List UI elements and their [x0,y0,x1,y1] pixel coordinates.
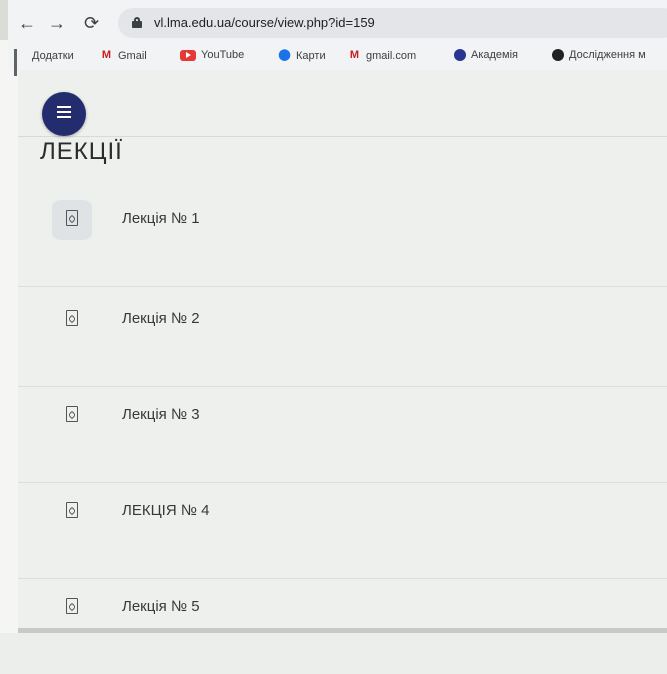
maps-pin-icon: ⬤ [278,49,291,61]
youtube-icon [180,49,196,61]
icon-box [52,588,92,628]
icon-box [52,492,92,532]
lecture-link[interactable]: Лекція № 1 [122,210,200,227]
bookmark-academy[interactable]: Академія [454,49,518,61]
browser-chrome: ← → ⟳ vl.lma.edu.ua/course/view.php?id=1… [8,0,667,76]
gmail-icon: M [101,49,112,61]
lecture-item-1[interactable]: Лекція № 1 [18,190,667,287]
pdf-file-icon [66,310,78,326]
pdf-file-icon [66,210,78,226]
lecture-item-4[interactable]: ЛЕКЦІЯ № 4 [18,482,667,579]
back-arrow-icon[interactable]: ← [18,14,36,32]
course-page: ЛЕКЦІЇ Лекція № 1 Лекція № 2 Лекція № 3 … [18,70,667,633]
globe-icon [552,49,564,61]
taskbar-edge [18,628,667,633]
lecture-item-2[interactable]: Лекція № 2 [18,290,667,387]
lock-icon [132,17,142,28]
bookmark-label: Карти [296,49,326,62]
bookmark-gmail[interactable]: M Gmail [100,49,147,62]
icon-box [52,300,92,340]
bookmark-label: gmail.com [366,49,417,62]
icon-box [52,396,92,436]
gmail-icon: M [349,49,360,61]
bookmark-gmail-com[interactable]: M gmail.com [348,49,416,62]
icon-box [52,200,92,240]
bookmark-label: Академія [471,49,519,61]
background-photo-edge [0,40,18,633]
lecture-link[interactable]: ЛЕКЦІЯ № 4 [122,502,209,519]
lecture-link[interactable]: Лекція № 2 [122,310,200,327]
bookmark-apps[interactable]: Додатки [14,49,74,76]
bookmark-research[interactable]: Дослідження м [552,49,646,61]
course-index-icon [57,106,71,122]
academy-icon [454,49,466,61]
pdf-file-icon [66,502,78,518]
forward-arrow-icon[interactable]: → [48,14,66,32]
address-bar[interactable]: vl.lma.edu.ua/course/view.php?id=159 [118,8,667,38]
bookmark-maps[interactable]: ⬤ Карти [278,49,326,62]
course-index-button[interactable] [42,92,86,136]
bookmark-youtube[interactable]: YouTube [180,49,244,61]
divider [18,136,667,137]
bookmark-label: Додатки [32,49,74,62]
reload-icon[interactable]: ⟳ [84,14,99,32]
pdf-file-icon [66,406,78,422]
lecture-item-5[interactable]: Лекція № 5 [18,578,667,674]
bookmark-label: YouTube [201,49,245,61]
browser-toolbar: ← → ⟳ vl.lma.edu.ua/course/view.php?id=1… [8,6,667,40]
bookmarks-bar: Додатки M Gmail YouTube ⬤ Карти M gmail.… [8,44,667,76]
bookmark-label: Дослідження м [569,49,646,61]
lecture-link[interactable]: Лекція № 3 [122,406,200,423]
bookmark-label: Gmail [118,49,147,62]
lecture-link[interactable]: Лекція № 5 [122,598,200,615]
url-text[interactable]: vl.lma.edu.ua/course/view.php?id=159 [154,15,375,30]
pdf-file-icon [66,598,78,614]
lecture-item-3[interactable]: Лекція № 3 [18,386,667,483]
apps-icon [14,49,27,76]
section-title: ЛЕКЦІЇ [40,138,123,165]
